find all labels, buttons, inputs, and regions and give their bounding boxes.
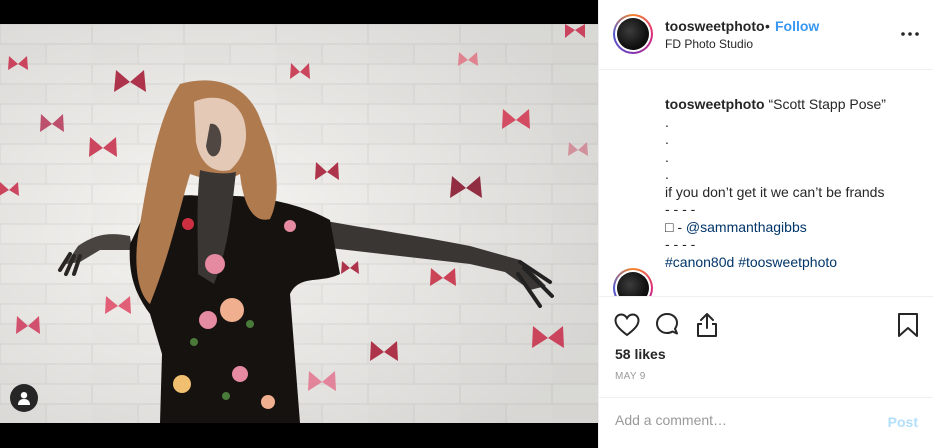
caption-dot-line: . xyxy=(665,131,669,147)
more-options-button[interactable] xyxy=(898,22,922,46)
share-icon xyxy=(697,313,717,337)
hashtag-link[interactable]: #toosweetphoto xyxy=(738,254,837,270)
share-button[interactable] xyxy=(693,311,721,339)
caption-dot-line: . xyxy=(665,166,669,182)
caption-dot-line: . xyxy=(665,113,669,130)
speech-bubble-icon xyxy=(656,313,678,335)
post-comment-button[interactable]: Post xyxy=(888,414,918,430)
post-photo[interactable] xyxy=(0,24,598,423)
post-media xyxy=(0,0,598,448)
comment-button[interactable] xyxy=(653,311,681,339)
likes-count[interactable]: 58 likes xyxy=(615,346,666,362)
caption-username[interactable]: toosweetphoto xyxy=(665,96,765,112)
post-date[interactable]: MAY 9 xyxy=(615,371,646,382)
post-caption: toosweetphoto “Scott Stapp Pose” . . . .… xyxy=(665,96,925,271)
user-icon xyxy=(18,392,30,405)
post-username[interactable]: toosweetphoto xyxy=(665,18,765,34)
credit-mention-link[interactable]: @sammanthagibbs xyxy=(686,219,807,235)
like-button[interactable] xyxy=(613,311,641,339)
post-side-panel: toosweetphoto • Follow FD Photo Studio t… xyxy=(598,0,933,448)
bookmark-icon xyxy=(898,313,918,337)
caption-dot-line: . xyxy=(665,148,669,165)
profile-picture xyxy=(617,18,649,50)
hashtag-link[interactable]: #canon80d xyxy=(665,254,734,270)
brick-wall-photo xyxy=(0,24,598,423)
caption-dash-line: - - - - xyxy=(665,236,696,252)
caption-avatar[interactable] xyxy=(613,268,653,296)
separator-dot: • xyxy=(765,18,770,34)
caption-text-line: if you don’t get it we can’t be frands xyxy=(665,183,885,200)
action-bar: 58 likes MAY 9 xyxy=(599,296,933,406)
post-header: toosweetphoto • Follow FD Photo Studio xyxy=(599,0,933,70)
caption-title: “Scott Stapp Pose” xyxy=(768,96,886,112)
caption-dash-line: - - - - xyxy=(665,201,696,217)
comments-section: toosweetphoto “Scott Stapp Pose” . . . .… xyxy=(599,70,933,296)
profile-picture xyxy=(617,272,649,296)
location-link[interactable]: FD Photo Studio xyxy=(665,37,753,51)
add-comment-bar: Post xyxy=(599,397,933,448)
save-button[interactable] xyxy=(894,311,922,339)
heart-icon xyxy=(614,313,640,337)
tagged-users-button[interactable] xyxy=(10,384,38,412)
camera-credit-prefix: □ - xyxy=(665,218,686,235)
comment-input[interactable] xyxy=(615,412,865,428)
avatar[interactable] xyxy=(613,14,653,54)
more-options-icon xyxy=(901,32,919,36)
follow-button[interactable]: Follow xyxy=(775,18,819,34)
